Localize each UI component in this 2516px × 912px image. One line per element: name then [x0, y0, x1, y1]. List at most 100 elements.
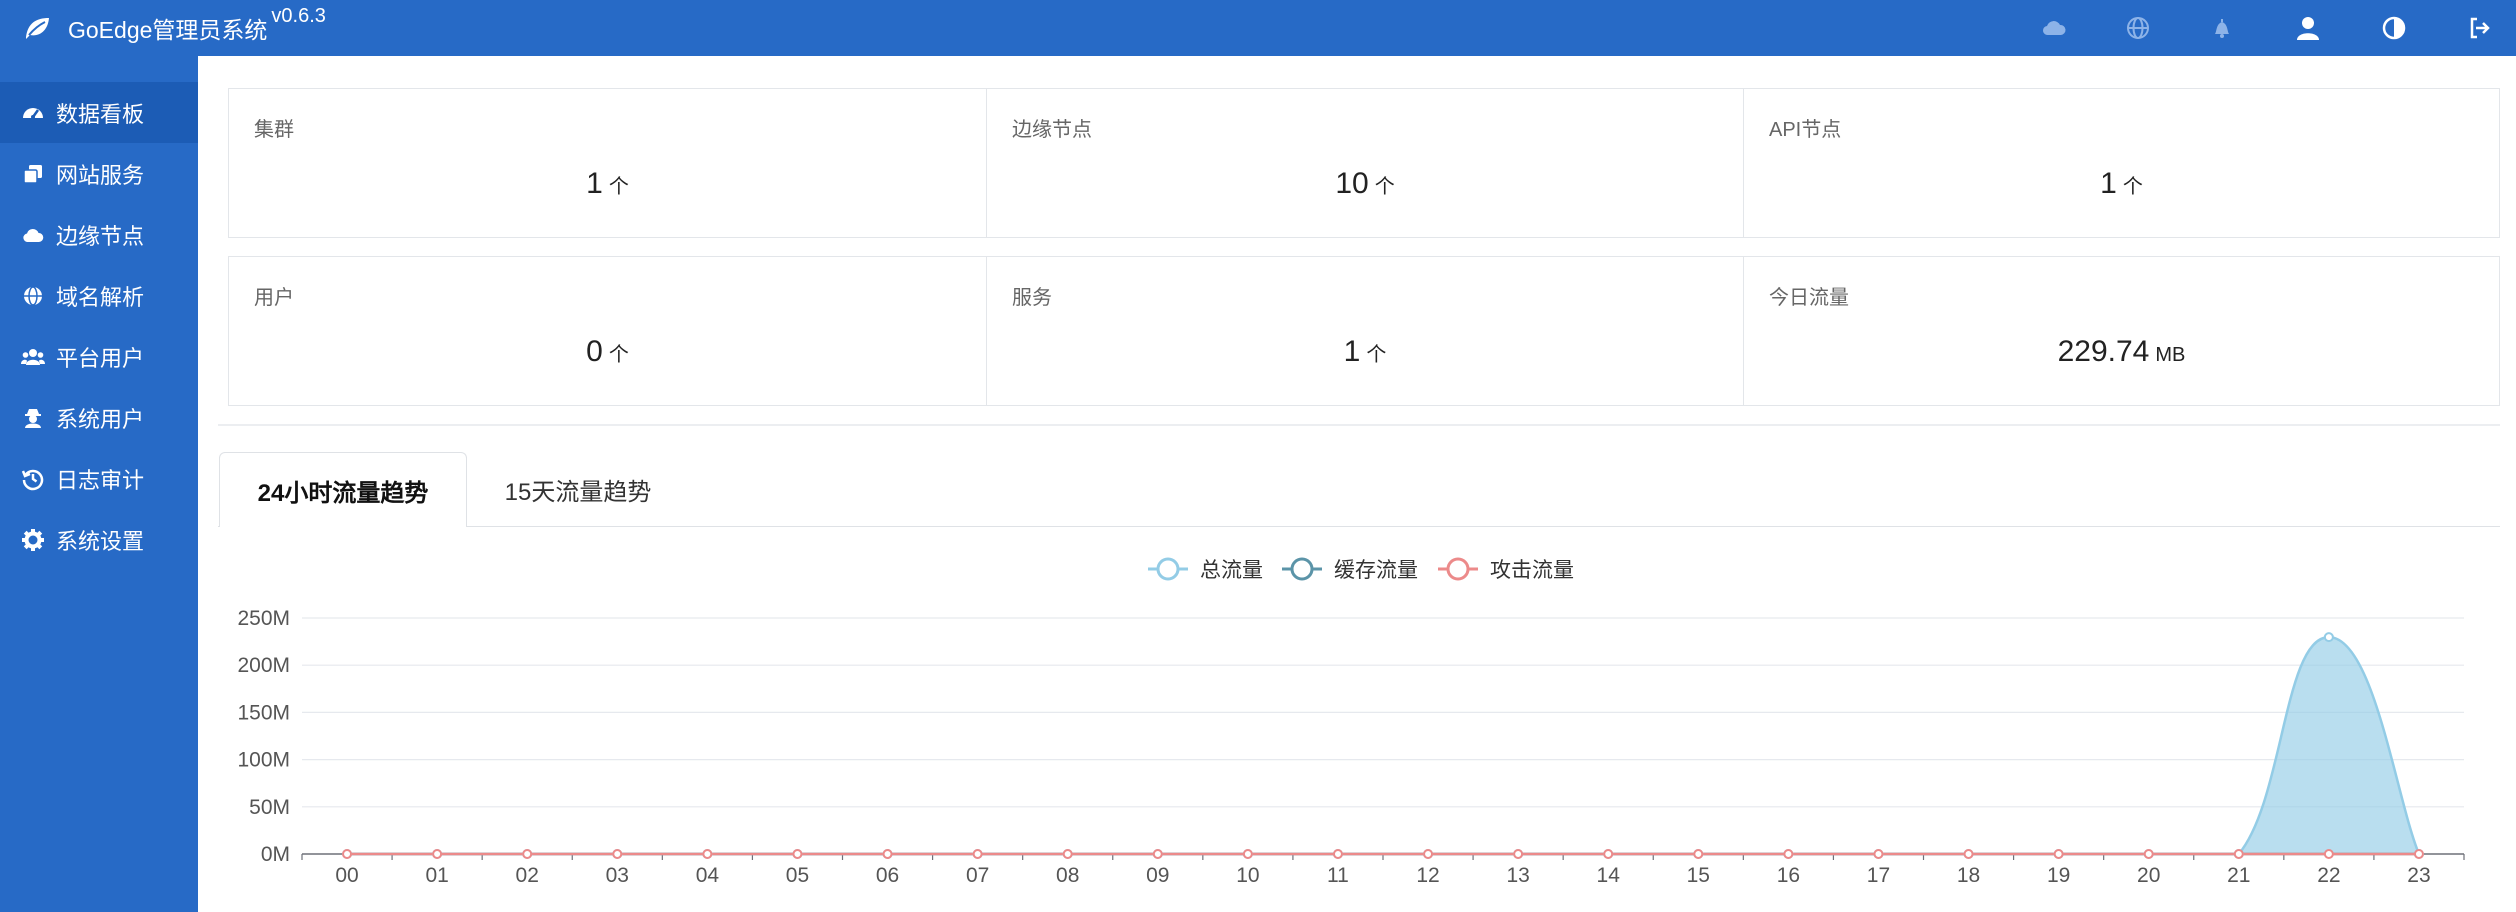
stat-label: 边缘节点 — [1012, 119, 1092, 141]
app-name: GoEdge管理员系统 — [68, 17, 268, 43]
sidebar-item-label: 平台用户 — [56, 345, 145, 371]
data-point — [1423, 849, 1434, 859]
stat-today-traffic[interactable]: 今日流量 229.74 MB — [1743, 257, 2499, 405]
traffic-chart-svg: 0M 50M 100M 150M 200M 250M 00 01 02 03 04 05 06 07 08 0… — [237, 557, 2465, 887]
user-icon[interactable] — [2290, 10, 2326, 46]
trend-tabs: 24小时流量趋势 15天流量趋势 — [218, 452, 2500, 527]
x-tick-label: 10 — [1236, 864, 1259, 887]
stat-label: 今日流量 — [1769, 287, 1849, 309]
data-point — [1693, 849, 1704, 859]
dashboard-icon — [20, 100, 46, 126]
x-tick-label: 14 — [1597, 864, 1621, 887]
app-version: v0.6.3 — [271, 4, 326, 27]
stat-unit: 个 — [608, 344, 629, 366]
stat-value: 1个 — [229, 167, 986, 201]
legend-marker — [1290, 557, 1314, 581]
stat-number: 1 — [586, 167, 603, 200]
stat-unit: MB — [2155, 344, 2186, 366]
sidebar-item-platform-users[interactable]: 平台用户 — [0, 326, 198, 387]
legend-marker — [1156, 557, 1180, 581]
history-icon — [20, 466, 46, 492]
series-area-total — [347, 637, 2419, 854]
x-tick-label: 06 — [876, 864, 899, 887]
cloud-icon[interactable] — [2036, 10, 2072, 46]
x-tick-label: 00 — [335, 864, 358, 887]
stat-edge-nodes[interactable]: 边缘节点 10 个 — [986, 89, 1743, 237]
sidebar: 数据看板 网站服务 边缘节点 域名解析 平台用户 系统用户 日志审计 系统设置 — [0, 56, 198, 912]
sidebar-item-websites[interactable]: 网站服务 — [0, 143, 198, 204]
y-tick-label: 0M — [261, 843, 290, 866]
stat-unit: 个 — [1366, 344, 1387, 366]
stat-clusters[interactable]: 集群 1个 — [229, 89, 986, 237]
stat-services[interactable]: 服务 1个 — [986, 257, 1743, 405]
x-tick-label: 20 — [2137, 864, 2160, 887]
clone-icon — [20, 161, 46, 187]
data-point — [882, 849, 893, 859]
x-tick-label: 22 — [2317, 864, 2340, 887]
series-line-0 — [347, 635, 2421, 856]
data-point — [612, 849, 623, 859]
sidebar-item-settings[interactable]: 系统设置 — [0, 509, 198, 570]
stat-number: 1 — [1343, 335, 1361, 368]
y-tick-label: 50M — [249, 796, 290, 819]
x-tick-label: 13 — [1506, 864, 1529, 887]
sidebar-item-audit-log[interactable]: 日志审计 — [0, 448, 198, 509]
data-point — [2053, 849, 2064, 859]
data-point — [792, 849, 803, 859]
x-tick-label: 07 — [966, 864, 989, 887]
leaf-icon — [22, 13, 52, 43]
stat-api-nodes[interactable]: API节点 1个 — [1743, 89, 2499, 237]
stat-value: 229.74 MB — [1744, 335, 2499, 369]
section-divider — [218, 424, 2500, 426]
sidebar-item-label: 系统用户 — [56, 406, 145, 432]
data-point — [1963, 849, 1974, 859]
theme-toggle-icon[interactable] — [2376, 10, 2412, 46]
legend-marker — [1446, 557, 1470, 581]
bell-icon[interactable] — [2204, 10, 2240, 46]
sidebar-item-label: 域名解析 — [56, 284, 145, 310]
traffic-chart: 0M 50M 100M 150M 200M 250M 00 01 02 03 04 05 06 07 08 0… — [218, 530, 2500, 912]
tab-15d-traffic[interactable]: 15天流量趋势 — [469, 452, 687, 526]
stat-number: 10 — [1335, 167, 1369, 200]
y-tick-label: 200M — [237, 654, 290, 677]
stat-value: 1个 — [1744, 167, 2499, 201]
sidebar-item-edge-nodes[interactable]: 边缘节点 — [0, 204, 198, 265]
users-icon — [20, 344, 46, 370]
x-tick-label: 02 — [516, 864, 539, 887]
stat-unit: 个 — [2122, 176, 2143, 198]
data-point — [1062, 849, 1073, 859]
x-tick-label: 23 — [2407, 864, 2430, 887]
data-point — [342, 849, 353, 859]
legend-label: 攻击流量 — [1490, 559, 1574, 582]
cloud-icon — [20, 222, 46, 248]
x-tick-label: 12 — [1416, 864, 1439, 887]
data-point — [1152, 849, 1163, 859]
gear-icon — [20, 527, 46, 553]
stat-users[interactable]: 用户 0个 — [229, 257, 986, 405]
x-tick-label: 01 — [425, 864, 448, 887]
globe-icon[interactable] — [2120, 10, 2156, 46]
sidebar-item-dns[interactable]: 域名解析 — [0, 265, 198, 326]
x-tick-label: 17 — [1867, 864, 1890, 887]
sidebar-item-label: 网站服务 — [56, 162, 145, 188]
x-tick-label: 16 — [1777, 864, 1800, 887]
stat-value: 1个 — [987, 335, 1743, 369]
tab-24h-traffic[interactable]: 24小时流量趋势 — [219, 452, 467, 527]
data-point — [702, 849, 713, 859]
stat-number: 0 — [586, 335, 603, 368]
x-tick-label: 08 — [1056, 864, 1079, 887]
stat-number: 229.74 — [2057, 335, 2150, 368]
stat-number: 1 — [2100, 167, 2117, 200]
x-tick-label: 18 — [1957, 864, 1980, 887]
sidebar-item-dashboard[interactable]: 数据看板 — [0, 82, 198, 143]
y-tick-label: 100M — [237, 749, 290, 772]
sidebar-item-label: 边缘节点 — [56, 223, 145, 249]
brand[interactable]: GoEdge管理员系统 v0.6.3 — [22, 0, 326, 56]
top-bar: GoEdge管理员系统 v0.6.3 — [0, 0, 2516, 56]
x-tick-label: 05 — [786, 864, 809, 887]
logout-icon[interactable] — [2462, 10, 2498, 46]
stat-label: 服务 — [1012, 287, 1052, 309]
sidebar-item-system-users[interactable]: 系统用户 — [0, 387, 198, 448]
x-tick-label: 04 — [696, 864, 720, 887]
x-tick-label: 09 — [1146, 864, 1169, 887]
